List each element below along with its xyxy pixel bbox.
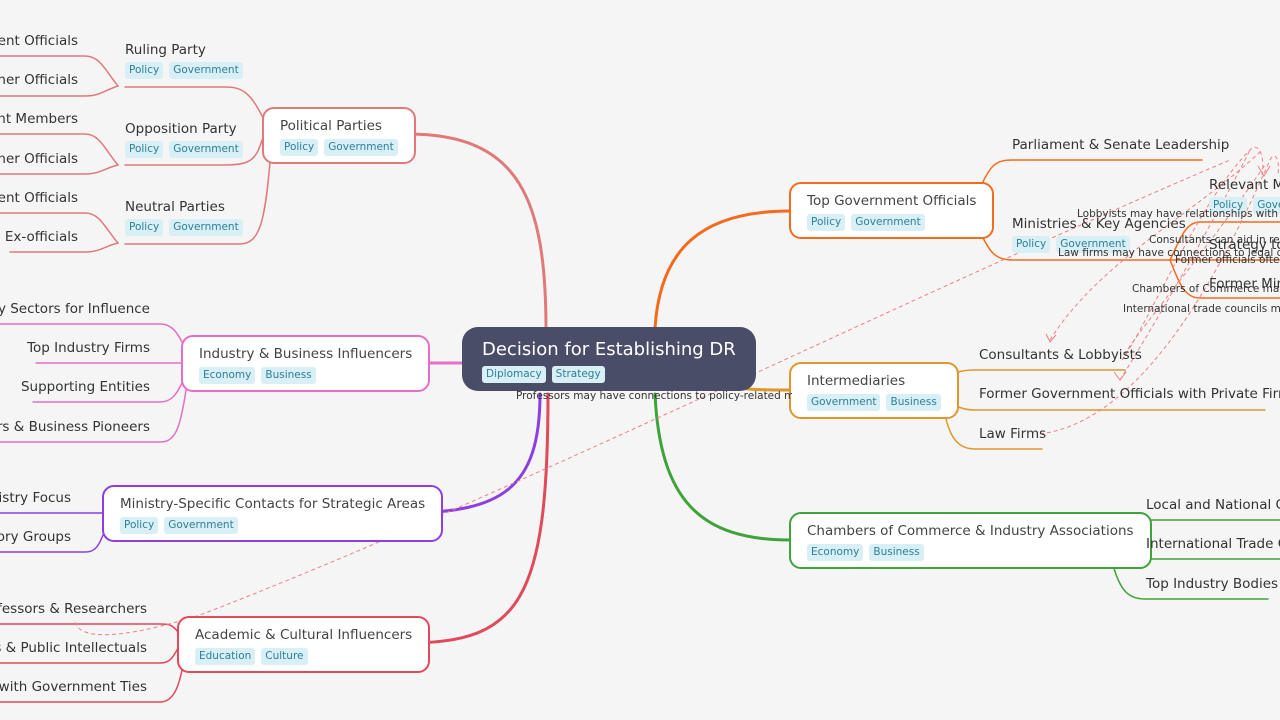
leaf-node[interactable]: Key Sectors for Influence (0, 300, 150, 318)
link-root-political (406, 132, 548, 332)
tag: Government (164, 517, 238, 534)
tag: Business (261, 367, 316, 384)
link-root-chambers (653, 392, 792, 542)
leaf-node[interactable]: Consultants & Lobbyists (979, 346, 1142, 364)
node-title: Opposition Party (125, 121, 237, 137)
leaf-node[interactable]: Advisors with Government Ties (0, 678, 147, 696)
tag: Education (195, 648, 256, 665)
leaf-node[interactable]: Parliament Members (0, 110, 78, 128)
tag: Policy (125, 62, 164, 79)
link-gov-parliament (979, 159, 1203, 189)
top-government-officials-node[interactable]: Top Government Officials Policy Governmen… (789, 182, 995, 239)
leaf-node[interactable]: Top Industry Bodies (1146, 575, 1278, 593)
intermediaries-node[interactable]: Intermediaries Government Business (789, 362, 959, 419)
node-title: Intermediaries (807, 373, 906, 389)
link-academic-leaf1 (0, 623, 179, 633)
leaf-node[interactable]: International Trade Councils (1146, 535, 1280, 553)
leaf-node[interactable]: Former Officials (0, 71, 78, 89)
tag: Culture (261, 648, 308, 665)
tag: Policy (280, 139, 319, 156)
leaf-node[interactable]: Top Industry Firms (27, 339, 150, 357)
industry-influencers-node[interactable]: Industry & Business Influencers Economy B… (181, 335, 431, 392)
relationship-label[interactable]: Consultants can aid in reaching (1149, 234, 1280, 247)
leaf-node[interactable]: Independent Officials (0, 189, 78, 207)
leaf-node[interactable]: Local and National Chambers (1146, 496, 1280, 514)
leaf-node[interactable]: Ministry Focus (0, 489, 71, 507)
tag: Business (869, 544, 924, 561)
root-title: Decision for Establishing DR (482, 339, 736, 360)
leaf-node[interactable]: Writers & Public Intellectuals (0, 639, 147, 657)
ministry-contacts-node[interactable]: Ministry-Specific Contacts for Strategic… (102, 485, 444, 542)
node-title: Ministry-Specific Contacts for Strategic… (120, 496, 426, 512)
link-political-ruling (124, 86, 265, 121)
leaf-node[interactable]: Entrepreneurs & Business Pioneers (0, 418, 150, 436)
tag: Economy (199, 367, 256, 384)
chambers-commerce-node[interactable]: Chambers of Commerce & Industry Associat… (789, 512, 1152, 569)
leaf-node[interactable]: Professors & Researchers (0, 600, 147, 618)
tag: Government (851, 214, 925, 231)
tag: Business (886, 394, 941, 411)
relationship-label[interactable]: Chambers of Commerce may (1132, 283, 1280, 296)
node-title: Chambers of Commerce & Industry Associat… (807, 523, 1134, 539)
leaf-node[interactable]: Supporting Entities (21, 378, 150, 396)
tag: Government (169, 219, 243, 236)
root-node[interactable]: Decision for Establishing DR Diplomacy S… (462, 327, 756, 391)
node-title: Industry & Business Influencers (199, 346, 413, 362)
relation-arrowhead (1257, 165, 1271, 177)
relationship-label[interactable]: Former officials often (1175, 254, 1280, 267)
link-inter-leaf1 (947, 369, 1126, 379)
tag: Policy (120, 517, 159, 534)
node-title: Ruling Party (125, 42, 206, 58)
tag: Government (807, 394, 881, 411)
political-parties-node[interactable]: Political Parties Policy Government (262, 107, 416, 164)
leaf-node[interactable]: Ex-officials (5, 228, 78, 246)
leaf-node[interactable]: Former Officials (0, 150, 78, 168)
tag: Policy (125, 141, 164, 158)
node-title: Relevant Ministries (1209, 177, 1280, 193)
relationship-label[interactable]: International trade councils may (1123, 303, 1280, 316)
node-title: Neutral Parties (125, 199, 225, 215)
node-title: Top Government Officials (807, 193, 977, 209)
leaf-node[interactable]: Former Government Officials with Private… (979, 385, 1280, 403)
tag: Policy (1012, 236, 1051, 253)
tag: Government (324, 139, 398, 156)
relationship-label[interactable]: Professors may have connections to polic… (516, 390, 792, 403)
relationship-label[interactable]: Lobbyists may have relationships with re… (1077, 208, 1280, 221)
opposition-party-node[interactable]: Opposition Party Policy Government (125, 120, 243, 158)
link-root-government (653, 209, 792, 330)
ruling-party-node[interactable]: Ruling Party Policy Government (125, 41, 243, 79)
leaf-node[interactable]: Current Officials (0, 32, 78, 50)
tag: Strategy (551, 366, 605, 383)
node-title: Political Parties (280, 118, 382, 134)
tag: Policy (125, 219, 164, 236)
node-title: Academic & Cultural Influencers (195, 627, 413, 643)
tag: Policy (807, 214, 846, 231)
leaf-node[interactable]: Law Firms (979, 425, 1046, 443)
tag: Economy (807, 544, 864, 561)
tag: Government (169, 141, 243, 158)
leaf-node[interactable]: Parliament & Senate Leadership (1012, 136, 1229, 154)
neutral-parties-node[interactable]: Neutral Parties Policy Government (125, 198, 243, 236)
academic-influencers-node[interactable]: Academic & Cultural Influencers Educatio… (177, 616, 431, 673)
tag: Diplomacy (482, 366, 546, 383)
leaf-node[interactable]: Advisory Groups (0, 528, 71, 546)
tag: Government (169, 62, 243, 79)
